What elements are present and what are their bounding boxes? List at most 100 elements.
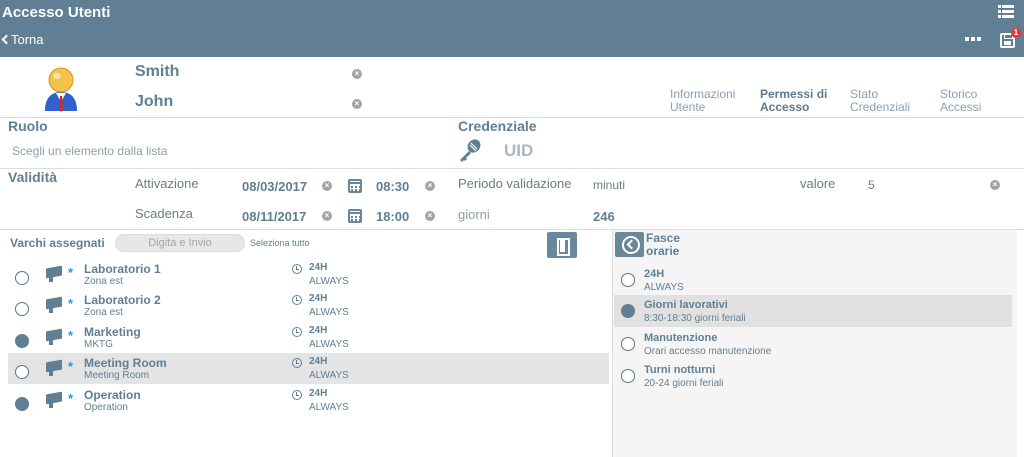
timeband-radio[interactable] — [621, 337, 635, 351]
clear-expiry-time-icon[interactable]: × — [425, 211, 435, 221]
clear-activation-time-icon[interactable]: × — [425, 181, 435, 191]
first-name-field[interactable]: John — [135, 93, 173, 111]
timeband-radio[interactable] — [621, 369, 635, 383]
credential-value: UID — [504, 141, 534, 160]
clock-icon — [292, 327, 302, 337]
validity-label: Validità — [8, 169, 58, 185]
star-marker: * — [68, 296, 74, 311]
activation-time[interactable]: 08:30 — [376, 179, 409, 194]
gate-zone: Zona est — [84, 276, 123, 287]
clock-icon — [292, 295, 302, 305]
door-icon[interactable] — [547, 232, 577, 258]
gate-row[interactable]: * Laboratorio 2 Zona est 24H ALWAYS — [8, 290, 609, 321]
back-arrow-circle-icon[interactable] — [615, 232, 644, 257]
timeband-name: Giorni lavorativi — [644, 299, 728, 311]
gate-zone: Meeting Room — [84, 370, 150, 381]
timeband-row-selected[interactable]: Giorni lavorativi 8:30-18:30 giorni feri… — [614, 295, 1012, 327]
tab-informazioni-utente[interactable]: Informazioni Utente — [670, 88, 750, 114]
gate-name: Laboratorio 1 — [84, 262, 161, 276]
period-label: Periodo validazione — [458, 176, 572, 191]
expiry-time[interactable]: 18:00 — [376, 209, 409, 224]
gate-hours: 24H — [309, 262, 328, 273]
timeband-name: 24H — [644, 268, 665, 280]
calendar-icon[interactable] — [348, 179, 362, 193]
gate-icon — [46, 393, 62, 408]
gate-name: Operation — [84, 388, 141, 402]
star-marker: * — [68, 391, 74, 406]
timebands-title: Fasce orarie — [646, 232, 680, 258]
gate-row[interactable]: * Laboratorio 1 Zona est 24H ALWAYS — [8, 259, 609, 290]
last-name-field[interactable]: Smith — [135, 63, 179, 81]
gate-row[interactable]: * Marketing MKTG 24H ALWAYS — [8, 322, 609, 353]
timeband-desc: Orari accesso manutenzione — [644, 346, 772, 357]
gate-name: Marketing — [84, 325, 141, 339]
activation-label: Attivazione — [135, 176, 199, 191]
select-all-link[interactable]: Seleziona tutto — [250, 238, 310, 248]
role-select[interactable]: Scegli un elemento dalla lista — [12, 144, 167, 158]
gate-zone: Operation — [84, 402, 128, 413]
value-field[interactable]: 5 — [868, 178, 875, 192]
timeband-radio[interactable] — [621, 273, 635, 287]
top-bar: Accesso Utenti Torna 1 — [0, 0, 1024, 57]
timeband-row[interactable]: Manutenzione Orari accesso manutenzione — [614, 328, 1012, 360]
tab-storico-accessi[interactable]: Storico Accessi — [940, 88, 1000, 114]
days-label: giorni — [458, 207, 490, 222]
gate-mode: ALWAYS — [309, 307, 349, 318]
days-value: 246 — [593, 209, 615, 224]
star-marker: * — [68, 265, 74, 280]
timeband-desc: ALWAYS — [644, 282, 684, 293]
tab-permessi-di-accesso[interactable]: Permessi di Accesso — [760, 88, 840, 114]
timeband-desc: 8:30-18:30 giorni feriali — [644, 313, 746, 324]
calendar-icon[interactable] — [348, 209, 362, 223]
gate-radio-selected[interactable] — [15, 334, 29, 348]
gates-search-input[interactable] — [115, 234, 245, 252]
period-unit[interactable]: minuti — [593, 178, 625, 192]
activation-date[interactable]: 08/03/2017 — [242, 179, 307, 194]
app-title: Accesso Utenti — [2, 4, 111, 21]
timeband-row[interactable]: Turni notturni 20-24 giorni feriali — [614, 360, 1012, 392]
timeband-desc: 20-24 giorni feriali — [644, 378, 724, 389]
gate-zone: Zona est — [84, 307, 123, 318]
clear-value-icon[interactable]: × — [990, 180, 1000, 190]
timeband-name: Manutenzione — [644, 332, 718, 344]
timebands-title-line2: orarie — [646, 244, 680, 258]
gate-hours: 24H — [309, 388, 328, 399]
value-label: valore — [800, 176, 836, 191]
back-button[interactable]: Torna — [0, 32, 44, 47]
gate-hours: 24H — [309, 356, 328, 367]
more-dots-icon[interactable] — [965, 37, 981, 41]
divider — [0, 168, 1024, 169]
timeband-radio-selected[interactable] — [621, 304, 635, 318]
gate-radio[interactable] — [15, 302, 29, 316]
timeband-name: Turni notturni — [644, 364, 716, 376]
clear-expiry-date-icon[interactable]: × — [322, 211, 332, 221]
gates-label: Varchi assegnati — [10, 236, 105, 250]
gate-icon — [46, 361, 62, 376]
gate-mode: ALWAYS — [309, 339, 349, 350]
key-icon — [460, 139, 481, 162]
gate-mode: ALWAYS — [309, 370, 349, 381]
clock-icon — [292, 358, 302, 368]
save-badge: 1 — [1011, 28, 1021, 38]
list-icon[interactable] — [998, 4, 1014, 18]
expiry-label: Scadenza — [135, 206, 193, 221]
back-label: Torna — [11, 32, 44, 47]
gate-hours: 24H — [309, 325, 328, 336]
gate-radio-selected[interactable] — [15, 397, 29, 411]
gate-mode: ALWAYS — [309, 402, 349, 413]
clock-icon — [292, 264, 302, 274]
gate-mode: ALWAYS — [309, 276, 349, 287]
clear-last-name-icon[interactable]: × — [352, 69, 362, 79]
expiry-date[interactable]: 08/11/2017 — [242, 209, 306, 224]
gate-radio[interactable] — [15, 365, 29, 379]
tab-stato-credenziali[interactable]: Stato Credenziali — [850, 88, 925, 114]
star-marker: * — [68, 328, 74, 343]
gate-radio[interactable] — [15, 271, 29, 285]
clear-activation-date-icon[interactable]: × — [322, 181, 332, 191]
gate-hours: 24H — [309, 293, 328, 304]
timeband-row[interactable]: 24H ALWAYS — [614, 264, 1012, 296]
gate-row[interactable]: * Operation Operation 24H ALWAYS — [8, 385, 609, 416]
gate-name: Meeting Room — [84, 356, 167, 370]
clear-first-name-icon[interactable]: × — [352, 99, 362, 109]
gate-row-highlighted[interactable]: * Meeting Room Meeting Room 24H ALWAYS — [8, 353, 609, 384]
